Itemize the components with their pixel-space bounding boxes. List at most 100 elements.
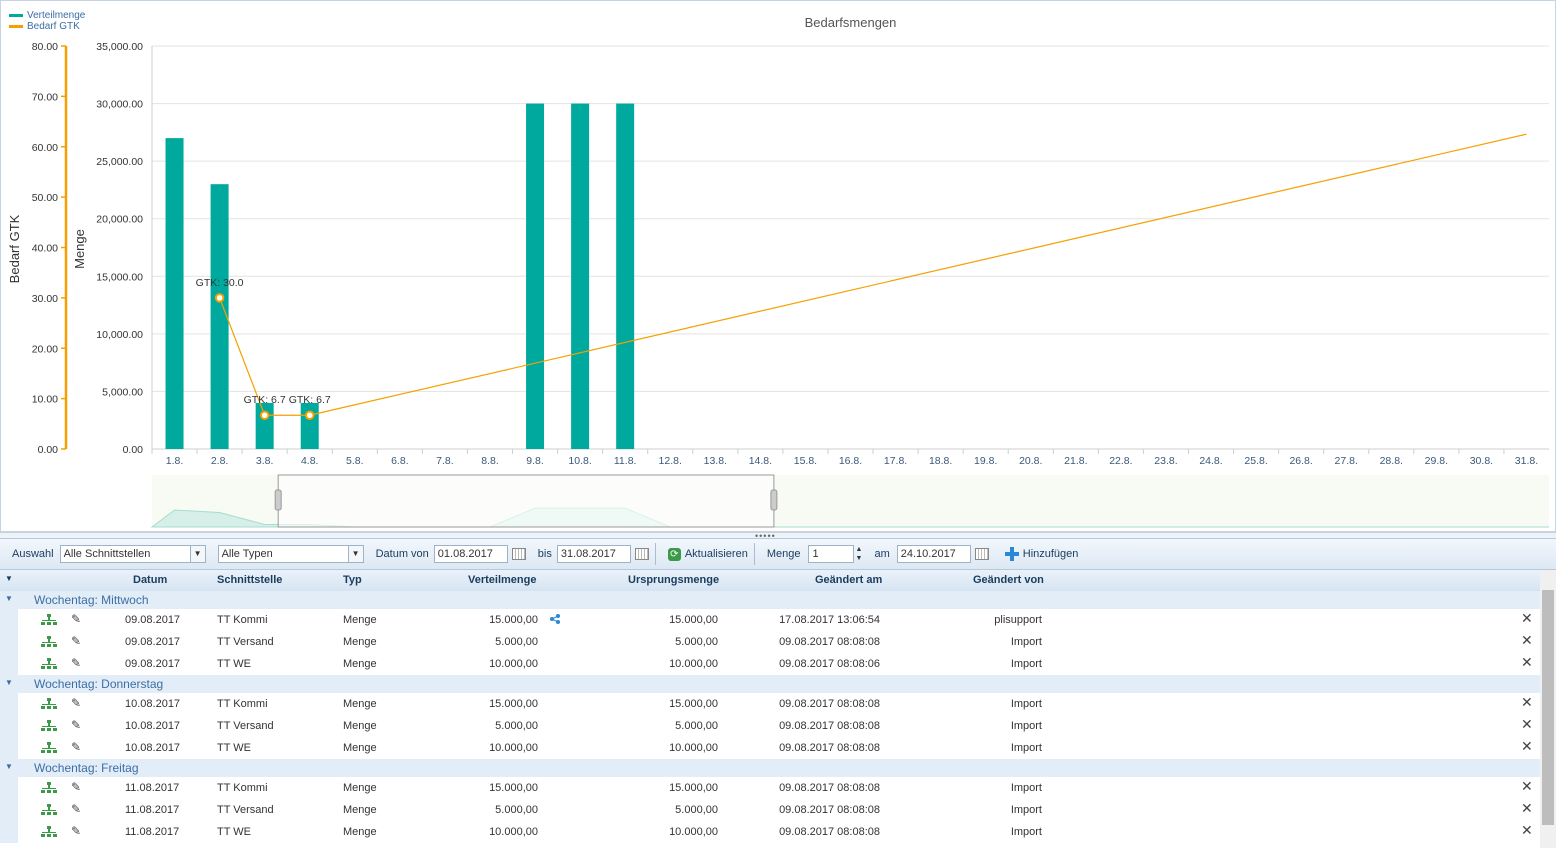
chart-title: Bedarfsmengen — [805, 15, 897, 30]
col-geaendert-von[interactable]: Geändert von — [973, 574, 1044, 586]
table-row[interactable]: ✎ 09.08.2017 TT Versand Menge 5.000,00 5.000,… — [18, 631, 1540, 653]
line-marker[interactable] — [304, 410, 315, 421]
cell-typ: Menge — [343, 742, 377, 754]
y-tick-label: 20,000.00 — [96, 214, 143, 226]
collapse-icon[interactable]: ▼ — [5, 594, 13, 603]
calendar-icon[interactable] — [974, 548, 989, 560]
hierarchy-icon[interactable] — [41, 720, 57, 731]
cell-geaendert-von: Import — [1010, 804, 1042, 816]
group-label: Wochentag: Freitag — [34, 761, 139, 775]
close-icon[interactable]: ✕ — [1521, 822, 1533, 839]
close-icon[interactable]: ✕ — [1521, 610, 1533, 627]
table-row[interactable]: ✎ 10.08.2017 TT Versand Menge 5.000,00 5.000,… — [18, 715, 1540, 737]
navigator-handle-left[interactable] — [274, 489, 282, 511]
calendar-icon[interactable] — [511, 548, 526, 560]
navigator-handle-right[interactable] — [770, 489, 778, 511]
pencil-icon[interactable]: ✎ — [71, 612, 81, 626]
bar[interactable] — [165, 138, 184, 449]
bar[interactable] — [571, 103, 590, 450]
group-header[interactable]: ▼ Wochentag: Freitag — [0, 759, 1540, 777]
table-row[interactable]: ✎ 09.08.2017 TT WE Menge 10.000,00 10.000,00 0… — [18, 653, 1540, 675]
close-icon[interactable]: ✕ — [1521, 738, 1533, 755]
pencil-icon[interactable]: ✎ — [71, 696, 81, 710]
stepper-arrows-icon[interactable]: ▲ ▼ — [855, 545, 863, 563]
datum-von-input[interactable]: 01.08.2017 — [433, 545, 508, 563]
cell-geaendert-am: 09.08.2017 08:08:08 — [779, 782, 880, 794]
hierarchy-icon[interactable] — [41, 782, 57, 793]
cell-typ: Menge — [343, 698, 377, 710]
close-icon[interactable]: ✕ — [1521, 654, 1533, 671]
hierarchy-icon[interactable] — [41, 698, 57, 709]
schnittstelle-select[interactable]: Alle Schnittstellen ▼ — [59, 545, 206, 563]
table-row[interactable]: ✎ 09.08.2017 TT Kommi Menge 15.000,00 15.000,… — [18, 609, 1540, 631]
typ-select[interactable]: Alle Typen ▼ — [217, 545, 364, 563]
share-icon[interactable] — [549, 613, 561, 625]
line-marker[interactable] — [259, 410, 270, 421]
collapse-all-icon[interactable]: ▼ — [5, 574, 13, 583]
close-icon[interactable]: ✕ — [1521, 716, 1533, 733]
legend-item-bedarf-gtk[interactable]: Bedarf GTK — [9, 21, 85, 32]
hierarchy-icon[interactable] — [41, 826, 57, 837]
pencil-icon[interactable]: ✎ — [71, 634, 81, 648]
calendar-icon[interactable] — [634, 548, 649, 560]
menge-stepper[interactable]: 1 ▲ ▼ — [808, 545, 862, 563]
cell-datum: 11.08.2017 — [125, 782, 180, 794]
cell-ursprungsmenge: 15.000,00 — [669, 698, 718, 710]
table-row[interactable]: ✎ 11.08.2017 TT WE Menge 10.000,00 10.000,00 0… — [18, 821, 1540, 843]
col-ursprungsmenge[interactable]: Ursprungsmenge — [628, 574, 719, 586]
refresh-button[interactable]: ⟳ Aktualisieren — [667, 547, 748, 561]
data-label: GTK: 30.0 — [196, 277, 244, 289]
pencil-icon[interactable]: ✎ — [71, 780, 81, 794]
col-typ[interactable]: Typ — [343, 574, 362, 586]
vertical-scrollbar[interactable] — [1540, 570, 1556, 848]
hierarchy-icon[interactable] — [41, 742, 57, 753]
bar[interactable] — [616, 103, 635, 450]
chevron-down-icon[interactable]: ▼ — [189, 546, 205, 562]
close-icon[interactable]: ✕ — [1521, 694, 1533, 711]
group-header[interactable]: ▼ Wochentag: Donnerstag — [0, 675, 1540, 693]
cell-geaendert-von: Import — [1010, 698, 1042, 710]
pencil-icon[interactable]: ✎ — [71, 656, 81, 670]
bar[interactable] — [255, 402, 274, 449]
datum-bis-input[interactable]: 31.08.2017 — [556, 545, 631, 563]
pencil-icon[interactable]: ✎ — [71, 718, 81, 732]
legend-item-verteilmenge[interactable]: Verteilmenge — [9, 10, 85, 21]
cell-schnittstelle: TT WE — [217, 658, 252, 670]
navigator-selection[interactable] — [277, 474, 775, 528]
hierarchy-icon[interactable] — [41, 658, 57, 669]
x-tick-label: 20.8. — [1019, 455, 1042, 467]
cell-typ: Menge — [343, 636, 377, 648]
chevron-down-icon[interactable]: ▼ — [347, 546, 363, 562]
cell-geaendert-am: 09.08.2017 08:08:08 — [779, 720, 880, 732]
close-icon[interactable]: ✕ — [1521, 778, 1533, 795]
am-date-input[interactable]: 24.10.2017 — [896, 545, 971, 563]
group-header[interactable]: ▼ Wochentag: Mittwoch — [0, 591, 1540, 609]
pencil-icon[interactable]: ✎ — [71, 802, 81, 816]
close-icon[interactable]: ✕ — [1521, 800, 1533, 817]
table-row[interactable]: ✎ 11.08.2017 TT Versand Menge 5.000,00 5.000,… — [18, 799, 1540, 821]
cell-datum: 10.08.2017 — [125, 698, 181, 710]
table-row[interactable]: ✎ 11.08.2017 TT Kommi Menge 15.000,00 15.000,… — [18, 777, 1540, 799]
add-button[interactable]: Hinzufügen — [1004, 547, 1078, 561]
col-verteilmenge[interactable]: Verteilmenge — [468, 574, 536, 586]
bar[interactable] — [300, 402, 319, 449]
col-schnittstelle[interactable]: Schnittstelle — [217, 574, 282, 586]
cell-ursprungsmenge: 10.000,00 — [669, 658, 718, 670]
table-row[interactable]: ✎ 10.08.2017 TT WE Menge 10.000,00 10.000,00 0… — [18, 737, 1540, 759]
hierarchy-icon[interactable] — [41, 636, 57, 647]
table-row[interactable]: ✎ 10.08.2017 TT Kommi Menge 15.000,00 15.000,… — [18, 693, 1540, 715]
col-datum[interactable]: Datum — [133, 574, 167, 586]
collapse-icon[interactable]: ▼ — [5, 762, 13, 771]
bar[interactable] — [210, 184, 229, 449]
scroll-thumb[interactable] — [1542, 590, 1554, 825]
line-marker[interactable] — [214, 293, 225, 303]
hierarchy-icon[interactable] — [41, 804, 57, 815]
pencil-icon[interactable]: ✎ — [71, 740, 81, 754]
x-tick-label: 2.8. — [211, 455, 229, 467]
pencil-icon[interactable]: ✎ — [71, 824, 81, 838]
close-icon[interactable]: ✕ — [1521, 632, 1533, 649]
bar[interactable] — [526, 103, 545, 450]
hierarchy-icon[interactable] — [41, 614, 57, 625]
collapse-icon[interactable]: ▼ — [5, 678, 13, 687]
col-geaendert-am[interactable]: Geändert am — [815, 574, 882, 586]
